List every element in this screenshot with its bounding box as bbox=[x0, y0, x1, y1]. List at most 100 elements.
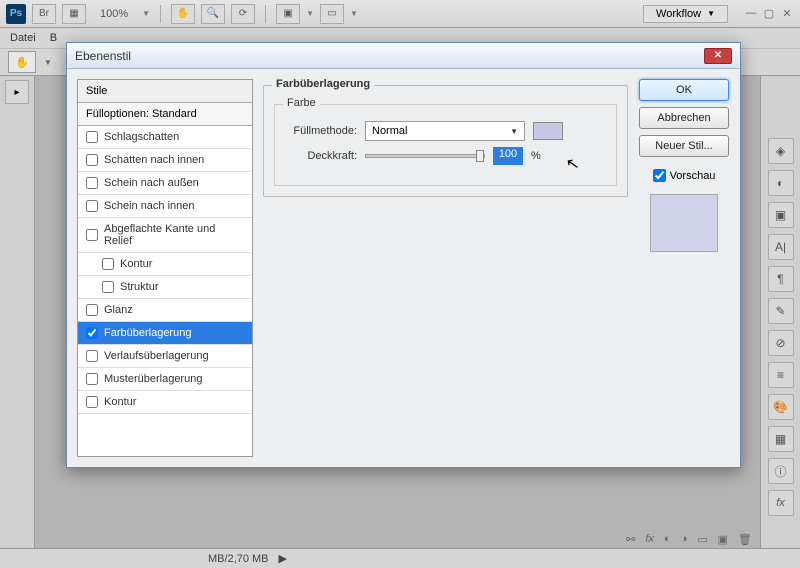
dialog-titlebar[interactable]: Ebenenstil ✕ bbox=[67, 43, 740, 69]
screenmode-icon[interactable]: ▭ bbox=[320, 4, 344, 24]
hand-tool-icon[interactable]: ✋ bbox=[171, 4, 195, 24]
style-outer-glow[interactable]: Schein nach außen bbox=[78, 172, 252, 195]
mask-icon[interactable]: ◐ bbox=[664, 533, 671, 546]
checkbox[interactable] bbox=[86, 350, 98, 362]
style-drop-shadow[interactable]: Schlagschatten bbox=[78, 126, 252, 149]
fill-options-row[interactable]: Fülloptionen: Standard bbox=[78, 103, 252, 126]
preview-checkbox-row[interactable]: Vorschau bbox=[653, 169, 716, 182]
masks-panel-icon[interactable]: ▣ bbox=[768, 202, 794, 228]
style-gradient-overlay[interactable]: Verlaufsüberlagerung bbox=[78, 345, 252, 368]
style-satin[interactable]: Glanz bbox=[78, 299, 252, 322]
clone-panel-icon[interactable]: ⊘ bbox=[768, 330, 794, 356]
link-icon[interactable]: ⚯ bbox=[626, 533, 635, 546]
checkbox[interactable] bbox=[86, 177, 98, 189]
ps-logo-icon: Ps bbox=[6, 4, 26, 24]
blend-mode-combo[interactable]: Normal ▼ bbox=[365, 121, 525, 141]
style-bevel[interactable]: Abgeflachte Kante und Relief bbox=[78, 218, 252, 253]
opacity-slider[interactable] bbox=[365, 154, 485, 158]
styles-list: Stile Fülloptionen: Standard Schlagschat… bbox=[77, 79, 253, 457]
new-style-button[interactable]: Neuer Stil... bbox=[639, 135, 729, 157]
opacity-row: Deckkraft: 100 % bbox=[287, 147, 604, 165]
brush-panel-icon[interactable]: ✎ bbox=[768, 298, 794, 324]
adjustments-panel-icon[interactable]: ◐ bbox=[768, 170, 794, 196]
new-layer-icon[interactable]: ▣ bbox=[718, 533, 728, 546]
arrange-dropdown-icon[interactable]: ▼ bbox=[306, 9, 314, 18]
trash-icon[interactable]: 🗑 bbox=[738, 533, 752, 546]
adjustment-icon[interactable]: ◑ bbox=[681, 533, 688, 546]
swatches-panel-icon[interactable]: 🎨 bbox=[768, 394, 794, 420]
right-panel-strip: ◈ ◐ ▣ A| ¶ ✎ ⊘ ≡ 🎨 ▦ ⓘ fx bbox=[760, 76, 800, 568]
layers-panel-icon[interactable]: ◈ bbox=[768, 138, 794, 164]
minimize-icon[interactable]: — bbox=[744, 7, 758, 20]
arrange-icon[interactable]: ▣ bbox=[276, 4, 300, 24]
zoom-level[interactable]: 100% bbox=[92, 8, 136, 20]
doc-size: MB/2,70 MB bbox=[208, 553, 269, 565]
color-group-title: Farbe bbox=[283, 97, 320, 109]
style-inner-shadow[interactable]: Schatten nach innen bbox=[78, 149, 252, 172]
style-inner-glow[interactable]: Schein nach innen bbox=[78, 195, 252, 218]
ok-button[interactable]: OK bbox=[639, 79, 729, 101]
checkbox[interactable] bbox=[86, 131, 98, 143]
minibridge-icon[interactable]: ▦ bbox=[62, 4, 86, 24]
dialog-title: Ebenenstil bbox=[75, 49, 704, 63]
fx-panel-icon[interactable]: fx bbox=[768, 490, 794, 516]
blend-mode-row: Füllmethode: Normal ▼ bbox=[287, 121, 604, 141]
cancel-button[interactable]: Abbrechen bbox=[639, 107, 729, 129]
paragraph-panel-icon[interactable]: ¶ bbox=[768, 266, 794, 292]
checkbox[interactable] bbox=[86, 396, 98, 408]
blend-mode-value: Normal bbox=[372, 125, 407, 137]
checkbox[interactable] bbox=[86, 200, 98, 212]
opacity-input[interactable]: 100 bbox=[493, 147, 523, 165]
label: Farbüberlagerung bbox=[104, 327, 191, 339]
checkbox[interactable] bbox=[86, 229, 98, 241]
checkbox[interactable] bbox=[86, 304, 98, 316]
style-stroke[interactable]: Kontur bbox=[78, 391, 252, 414]
dialog-close-button[interactable]: ✕ bbox=[704, 48, 732, 64]
preview-checkbox[interactable] bbox=[653, 169, 666, 182]
screenmode-dropdown-icon[interactable]: ▼ bbox=[350, 9, 358, 18]
tools-panel: ▸ bbox=[0, 76, 35, 568]
style-pattern-overlay[interactable]: Musterüberlagerung bbox=[78, 368, 252, 391]
group-title: Farbüberlagerung bbox=[272, 78, 374, 90]
rotate-view-icon[interactable]: ⟳ bbox=[231, 4, 255, 24]
close-icon[interactable]: ✕ bbox=[780, 7, 794, 20]
fx-icon[interactable]: fx bbox=[645, 533, 654, 546]
checkbox[interactable] bbox=[86, 327, 98, 339]
checkbox[interactable] bbox=[102, 258, 114, 270]
styles-panel-icon[interactable]: ▦ bbox=[768, 426, 794, 452]
slider-thumb-icon[interactable] bbox=[476, 150, 484, 162]
workflow-button[interactable]: Workflow ▼ bbox=[643, 5, 728, 23]
style-texture[interactable]: Struktur bbox=[78, 276, 252, 299]
label: Struktur bbox=[120, 281, 159, 293]
current-tool-icon[interactable]: ✋ bbox=[8, 51, 36, 73]
zoom-tool-icon[interactable]: 🔍 bbox=[201, 4, 225, 24]
dialog-side-buttons: OK Abbrechen Neuer Stil... Vorschau bbox=[638, 79, 730, 457]
chevron-down-icon: ▼ bbox=[707, 9, 715, 18]
checkbox[interactable] bbox=[86, 154, 98, 166]
character-panel-icon[interactable]: A| bbox=[768, 234, 794, 260]
opacity-label: Deckkraft: bbox=[287, 150, 357, 162]
info-panel-icon[interactable]: ⓘ bbox=[768, 458, 794, 484]
window-controls: — ▢ ✕ bbox=[744, 7, 794, 20]
zoom-dropdown-icon[interactable]: ▼ bbox=[142, 9, 150, 18]
checkbox[interactable] bbox=[102, 281, 114, 293]
menu-b[interactable]: B bbox=[50, 32, 57, 44]
label: Schlagschatten bbox=[104, 131, 179, 143]
maximize-icon[interactable]: ▢ bbox=[762, 7, 776, 20]
style-contour[interactable]: Kontur bbox=[78, 253, 252, 276]
settings-pane: Farbüberlagerung Farbe Füllmethode: Norm… bbox=[263, 79, 628, 457]
label: Musterüberlagerung bbox=[104, 373, 202, 385]
percent-label: % bbox=[531, 150, 541, 162]
style-color-overlay[interactable]: Farbüberlagerung bbox=[78, 322, 252, 345]
menu-file[interactable]: Datei bbox=[10, 32, 36, 44]
status-arrow-icon[interactable]: ▶ bbox=[279, 552, 287, 565]
folder-icon[interactable]: ▭ bbox=[697, 533, 707, 546]
bridge-icon[interactable]: Br bbox=[32, 4, 56, 24]
options-dropdown-icon[interactable]: ▼ bbox=[44, 58, 52, 67]
checkbox[interactable] bbox=[86, 373, 98, 385]
history-panel-icon[interactable]: ≡ bbox=[768, 362, 794, 388]
tool-button[interactable]: ▸ bbox=[5, 80, 29, 104]
overlay-color-swatch[interactable] bbox=[533, 122, 563, 140]
status-bar: MB/2,70 MB ▶ bbox=[0, 548, 800, 568]
styles-header[interactable]: Stile bbox=[78, 80, 252, 103]
